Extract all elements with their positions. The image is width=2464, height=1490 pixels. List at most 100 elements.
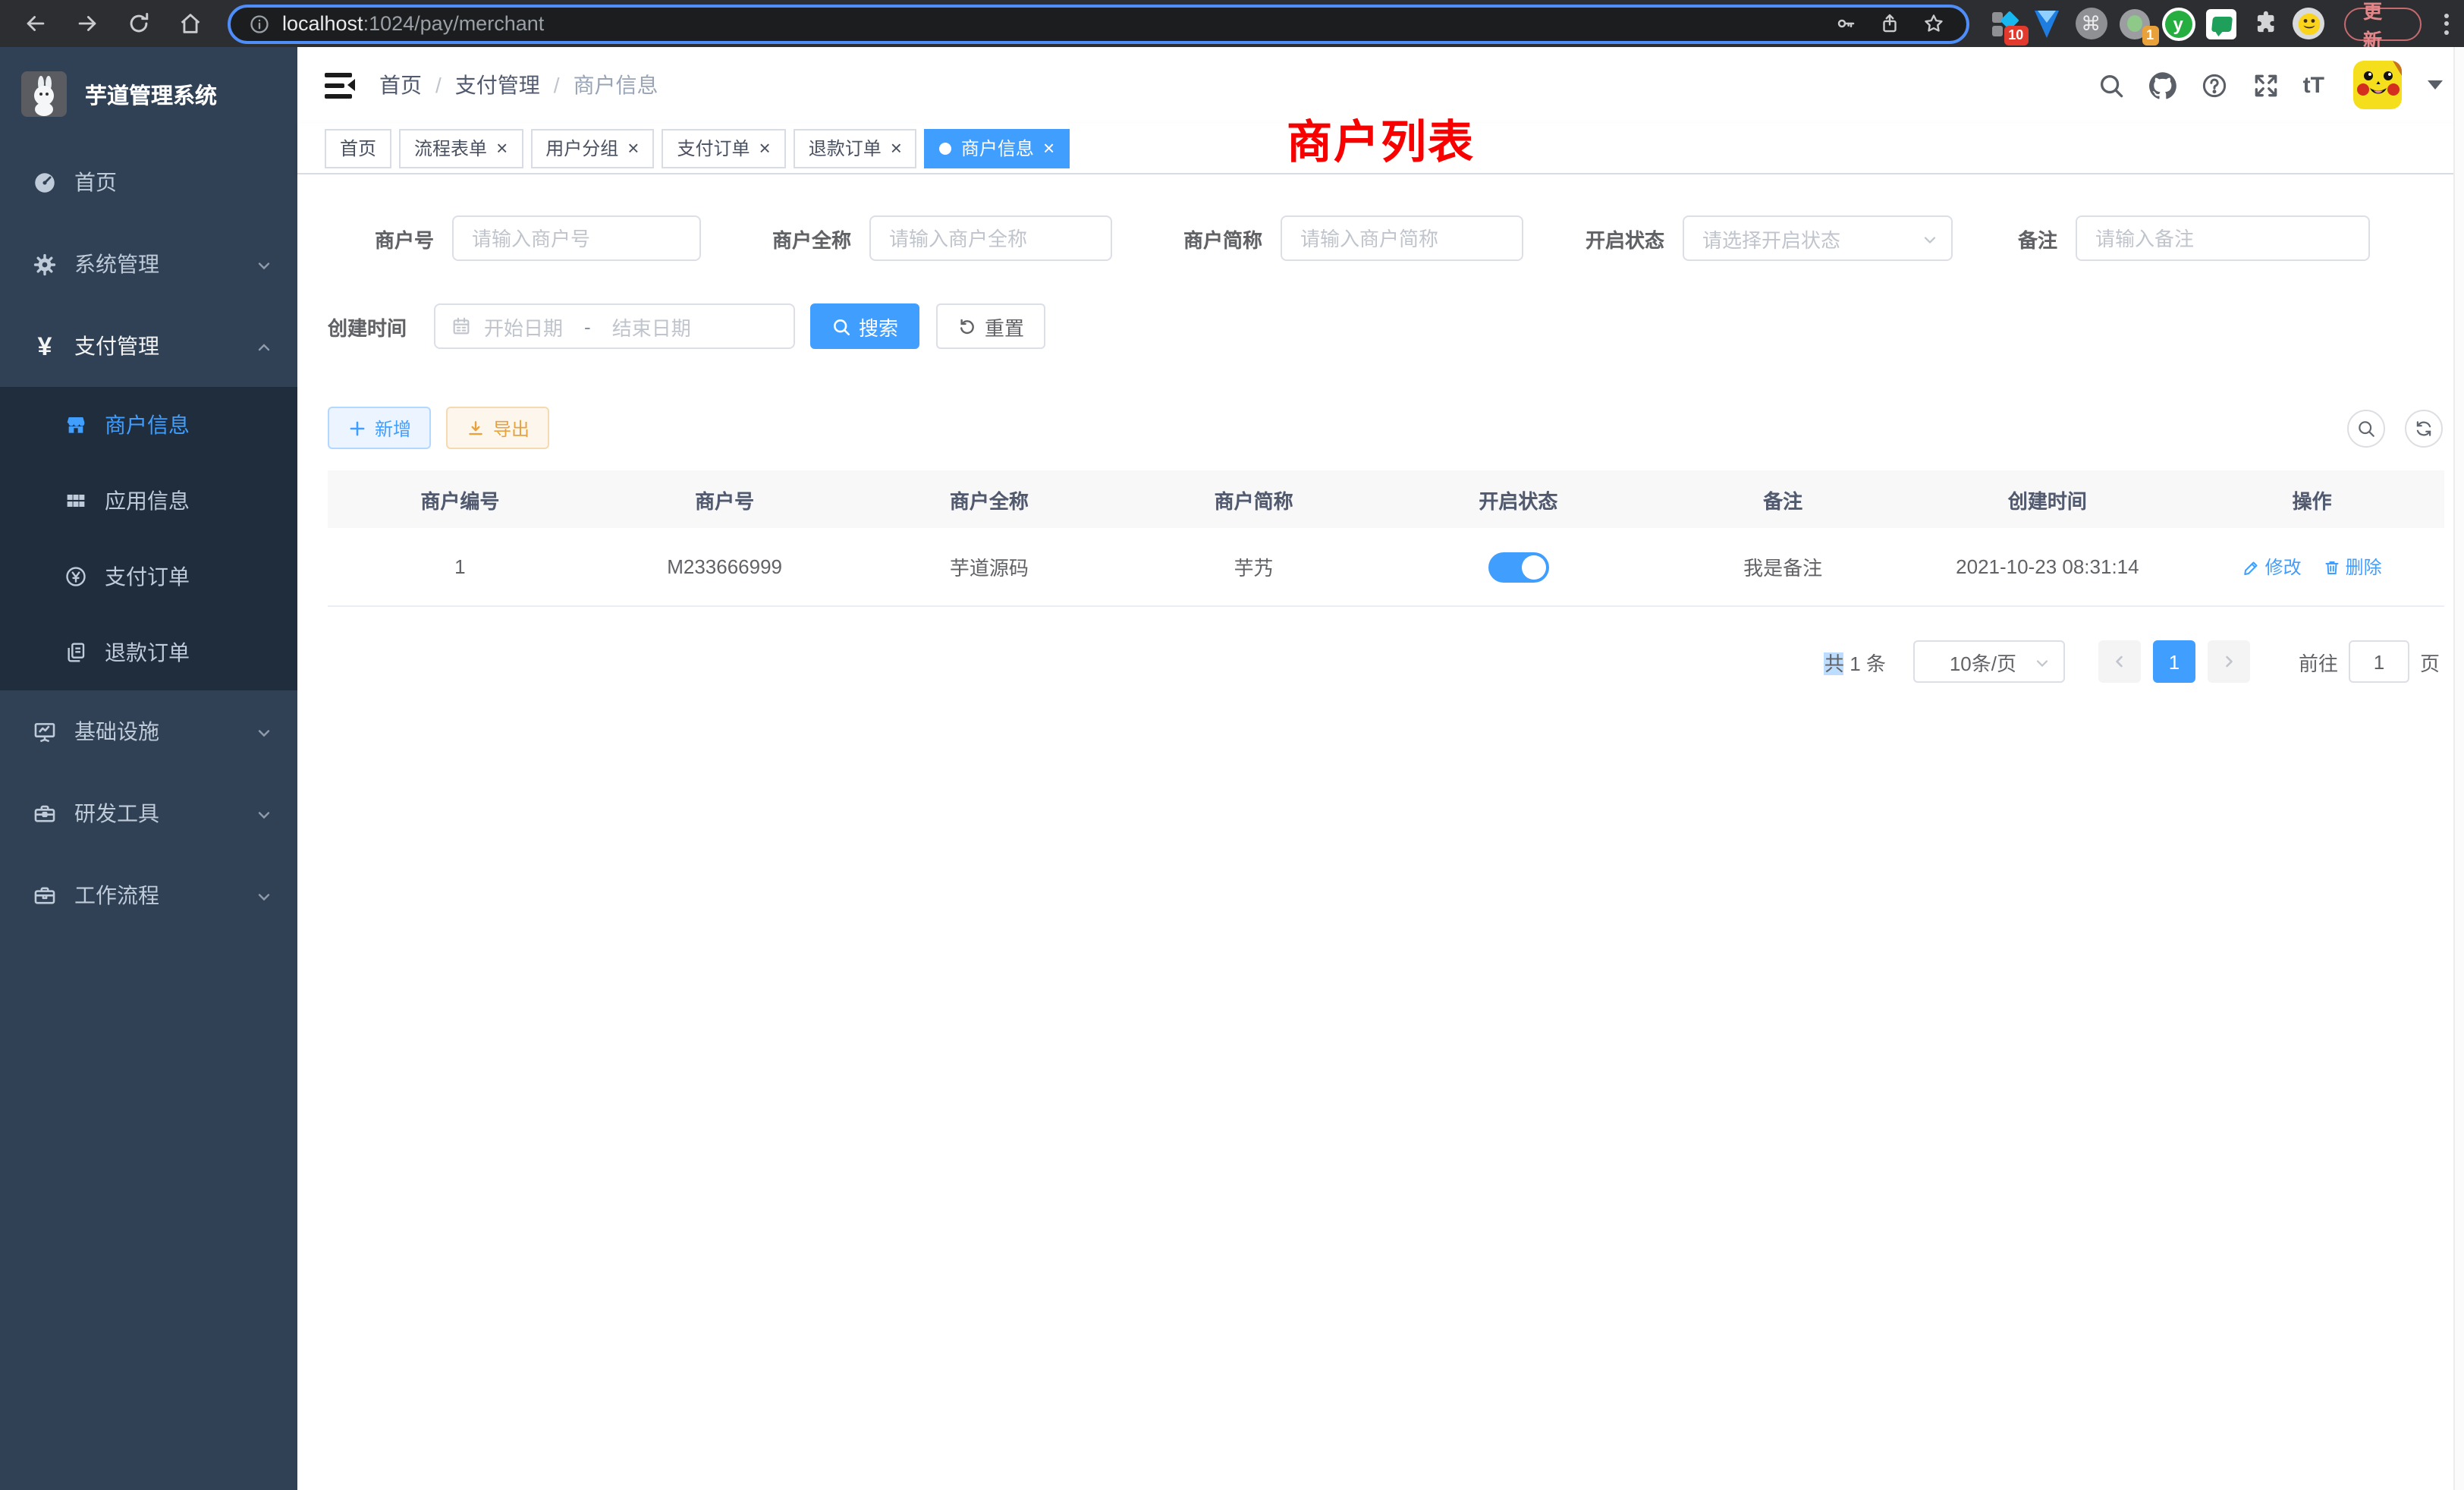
merchant-name-input[interactable] (869, 215, 1112, 261)
reset-button[interactable]: 重置 (936, 303, 1045, 349)
browser-reload-button[interactable] (117, 4, 159, 43)
browser-profile-avatar[interactable] (2293, 7, 2325, 40)
extension-command-icon[interactable]: ⌘ (2075, 7, 2107, 40)
sidebar-item-pay-order[interactable]: 支付订单 (0, 539, 297, 615)
font-size-icon[interactable]: tT (2303, 72, 2324, 98)
breadcrumb-pay[interactable]: 支付管理 (455, 70, 540, 100)
address-bar[interactable]: localhost:1024/pay/merchant (228, 4, 1969, 43)
search-button[interactable]: 搜索 (810, 303, 919, 349)
avatar-caret-icon[interactable] (2428, 80, 2443, 90)
remark-input[interactable] (2076, 215, 2370, 261)
create-time-range-picker[interactable]: 开始日期 - 结束日期 (434, 303, 795, 349)
cell-merchant-id: 1 (328, 555, 592, 578)
close-icon[interactable] (759, 138, 771, 158)
sidebar-item-devtools[interactable]: 研发工具 (0, 772, 297, 854)
status-toggle-on[interactable] (1488, 552, 1548, 582)
close-icon[interactable] (496, 138, 508, 158)
date-range-separator: - (584, 315, 591, 338)
tab-home[interactable]: 首页 (325, 128, 391, 168)
app-title: 芋道管理系统 (85, 78, 217, 110)
extension-gem-icon[interactable] (2031, 7, 2063, 40)
home-icon (177, 11, 203, 36)
tab-refund-order[interactable]: 退款订单 (794, 128, 917, 168)
sidebar-item-merchant-info[interactable]: 商户信息 (0, 387, 297, 463)
sidebar-fold-icon[interactable] (325, 71, 355, 99)
status-label: 开启状态 (1554, 224, 1664, 253)
delete-link[interactable]: 删除 (2323, 554, 2382, 580)
extension-badge: 10 (2004, 25, 2028, 45)
merchant-no-label: 商户号 (328, 224, 434, 253)
extensions-area: 10 ⌘ 1 y 更新 (1988, 7, 2455, 40)
toggle-search-button[interactable] (2347, 409, 2385, 447)
column-header: 商户号 (592, 485, 857, 514)
bookmark-star-icon[interactable] (1922, 12, 1945, 35)
sidebar-menu: 首页 系统管理 ¥ 支付管理 (0, 141, 297, 936)
close-icon[interactable] (891, 138, 902, 158)
sidebar-item-home[interactable]: 首页 (0, 141, 297, 223)
tab-merchant-info[interactable]: 商户信息 (925, 128, 1070, 168)
tab-pay-order[interactable]: 支付订单 (662, 128, 785, 168)
close-icon[interactable] (1043, 138, 1054, 158)
browser-menu-icon[interactable] (2444, 13, 2449, 34)
create-time-label: 创建时间 (328, 312, 416, 341)
site-info-icon[interactable] (249, 13, 270, 34)
browser-back-button[interactable] (14, 4, 56, 43)
scrollbar-gutter[interactable] (2453, 47, 2464, 1490)
url-text: localhost:1024/pay/merchant (282, 12, 1834, 35)
reload-icon (125, 11, 151, 36)
github-icon[interactable] (2148, 71, 2177, 99)
edit-link[interactable]: 修改 (2242, 554, 2302, 580)
search-icon[interactable] (2097, 71, 2126, 99)
merchant-short-input[interactable] (1281, 215, 1523, 261)
sidebar-item-refund-order[interactable]: 退款订单 (0, 615, 297, 690)
share-icon[interactable] (1878, 12, 1901, 35)
extension-recorder-icon[interactable]: 1 (2118, 7, 2151, 40)
url-path: :1024/pay/merchant (363, 12, 545, 35)
pay-order-icon (64, 564, 88, 589)
sidebar-item-system[interactable]: 系统管理 (0, 223, 297, 305)
browser-chrome: localhost:1024/pay/merchant 10 ⌘ 1 y (0, 0, 2464, 47)
page-number-1[interactable]: 1 (2153, 640, 2195, 683)
extension-yudao-icon[interactable]: y (2161, 7, 2195, 40)
export-button[interactable]: 导出 (446, 407, 549, 449)
chevron-down-icon (1921, 229, 1939, 247)
breadcrumb-separator: / (435, 73, 442, 97)
extension-chat-icon[interactable] (2205, 7, 2238, 40)
browser-forward-button[interactable] (65, 4, 108, 43)
goto-page-input[interactable] (2349, 640, 2409, 683)
yen-icon: ¥ (32, 333, 58, 359)
sidebar-item-workflow[interactable]: 工作流程 (0, 854, 297, 936)
table-row: 1 M233666999 芋道源码 芋艿 我是备注 2021-10-23 08:… (328, 528, 2444, 607)
sidebar-logo[interactable]: 芋道管理系统 (0, 47, 297, 141)
next-page-button[interactable] (2208, 640, 2250, 683)
chevron-down-icon (255, 804, 273, 822)
extension-blocks-icon[interactable]: 10 (1988, 7, 2020, 40)
password-key-icon[interactable] (1834, 12, 1857, 35)
sidebar-item-app-info[interactable]: 应用信息 (0, 463, 297, 539)
help-icon[interactable] (2200, 71, 2229, 99)
screen: localhost:1024/pay/merchant 10 ⌘ 1 y (0, 0, 2464, 1490)
prev-page-button[interactable] (2098, 640, 2141, 683)
cell-merchant-no: M233666999 (592, 555, 857, 578)
extensions-puzzle-icon[interactable] (2249, 7, 2281, 40)
extension-badge: 1 (2142, 25, 2158, 45)
tab-user-group[interactable]: 用户分组 (530, 128, 654, 168)
breadcrumb-home[interactable]: 首页 (379, 70, 422, 100)
status-select[interactable]: 请选择开启状态 (1683, 215, 1953, 261)
fullscreen-icon[interactable] (2252, 71, 2280, 99)
sidebar-item-pay[interactable]: ¥ 支付管理 (0, 305, 297, 387)
merchant-no-input[interactable] (452, 215, 701, 261)
column-header: 商户全称 (857, 485, 1122, 514)
sidebar-item-infra[interactable]: 基础设施 (0, 690, 297, 772)
browser-update-button[interactable]: 更新 (2345, 7, 2422, 40)
user-avatar[interactable] (2353, 61, 2402, 109)
close-icon[interactable] (627, 138, 639, 158)
add-button[interactable]: 新增 (328, 407, 431, 449)
refresh-table-button[interactable] (2405, 409, 2443, 447)
page-size-select[interactable]: 10条/页 (1913, 640, 2065, 683)
tab-process-form[interactable]: 流程表单 (399, 128, 523, 168)
browser-home-button[interactable] (168, 4, 211, 43)
dashboard-icon (32, 169, 58, 195)
column-header: 备注 (1651, 485, 1916, 514)
arrow-left-icon (22, 11, 48, 36)
